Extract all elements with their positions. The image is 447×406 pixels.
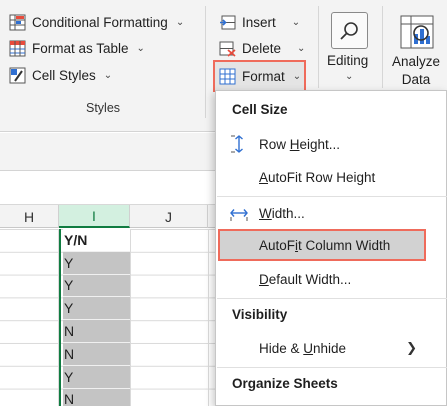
analyze-label-line2: Data: [401, 72, 431, 87]
chevron-down-icon: ⌄: [175, 16, 185, 28]
conditional-formatting-label: Conditional Formatting: [32, 14, 168, 30]
format-label: Format: [242, 68, 285, 84]
chevron-down-icon: ⌄: [297, 42, 306, 54]
label-part: efault Width...: [268, 271, 352, 287]
table-cell[interactable]: Y: [63, 365, 130, 389]
autofit-column-width-label: AutoFit Column Width: [259, 238, 390, 253]
label-part: Hide &: [259, 340, 304, 356]
autofit-row-height-item[interactable]: AutoFit Row Height: [216, 161, 447, 193]
cell-size-heading: Cell Size: [232, 102, 288, 117]
access-key: U: [303, 340, 314, 356]
default-width-item[interactable]: Default Width...: [216, 263, 447, 295]
label-part: idth...: [271, 205, 305, 221]
insert-label: Insert: [242, 14, 276, 30]
column-header-h[interactable]: H: [0, 205, 59, 228]
group-divider: [205, 6, 206, 118]
table-cell[interactable]: Y: [63, 297, 130, 321]
default-width-label: Default Width...: [259, 272, 351, 287]
menu-divider: [217, 367, 447, 368]
grid-line: [208, 229, 209, 406]
delete-button[interactable]: Delete ⌄: [219, 37, 305, 59]
label-part: nhide: [313, 340, 347, 356]
access-key: W: [259, 205, 272, 221]
grid-line: [130, 229, 131, 406]
table-cell[interactable]: N: [63, 388, 130, 406]
access-key: D: [259, 271, 269, 287]
chevron-down-icon: ⌄: [291, 16, 301, 28]
cell-styles-button[interactable]: Cell Styles ⌄: [9, 64, 112, 86]
group-divider: [318, 6, 319, 88]
group-divider: [382, 6, 383, 88]
format-as-table-button[interactable]: Format as Table ⌄: [9, 37, 145, 59]
analyze-label-line1: Analyze: [392, 54, 441, 69]
delete-label: Delete: [242, 40, 282, 56]
label-part: Row: [259, 136, 290, 152]
analyze-data-label: Analyze Data: [392, 53, 440, 89]
insert-cells-icon: [220, 15, 236, 29]
chevron-down-icon: ⌄: [103, 69, 113, 81]
column-width-item[interactable]: Width...: [216, 197, 447, 229]
insert-button[interactable]: Insert ⌄: [219, 11, 300, 33]
editing-button[interactable]: [331, 12, 368, 49]
chevron-right-icon: ❯: [406, 340, 417, 355]
table-cell[interactable]: N: [63, 320, 130, 343]
access-key: H: [289, 136, 300, 152]
row-height-label: Row Height...: [259, 137, 340, 152]
conditional-formatting-button[interactable]: Conditional Formatting ⌄: [9, 11, 184, 33]
hide-unhide-item[interactable]: Hide & Unhide ❯: [216, 332, 447, 364]
conditional-formatting-icon: [9, 14, 26, 30]
column-width-label: Width...: [259, 206, 305, 221]
column-header-i[interactable]: I: [59, 205, 130, 228]
chevron-down-icon: ⌄: [292, 70, 302, 82]
editing-label: Editing: [327, 53, 369, 68]
selected-column-i[interactable]: Y/N Y Y Y N N Y N: [59, 229, 130, 406]
autofit-column-width-item[interactable]: AutoFit Column Width: [218, 229, 426, 261]
chevron-down-icon: ⌄: [345, 71, 354, 82]
label-part: utoFit Row Height: [268, 169, 376, 185]
label-part: t Column Width: [298, 237, 391, 253]
cell-styles-label: Cell Styles: [32, 67, 96, 83]
menu-divider: [217, 298, 447, 299]
row-height-item[interactable]: Row Height...: [216, 128, 447, 160]
cell-styles-icon: [9, 67, 26, 83]
column-header-j[interactable]: J: [130, 205, 208, 228]
styles-group-label: Styles: [86, 101, 121, 115]
access-key: A: [259, 169, 269, 185]
format-cells-icon: [219, 68, 236, 84]
format-button[interactable]: Format ⌄: [213, 60, 306, 92]
column-width-icon: [230, 209, 248, 221]
delete-cells-icon: [219, 41, 236, 57]
analyze-data-icon[interactable]: [399, 14, 435, 50]
table-cell[interactable]: Y: [63, 274, 130, 298]
chevron-down-icon: ⌄: [136, 42, 145, 54]
format-as-table-label: Format as Table: [32, 40, 129, 56]
search-icon: [339, 21, 358, 40]
visibility-heading: Visibility: [232, 307, 288, 322]
label-part: AutoF: [259, 237, 296, 253]
format-as-table-icon: [9, 40, 26, 56]
table-cell[interactable]: N: [63, 343, 130, 366]
cell-i-header[interactable]: Y/N: [63, 229, 130, 252]
format-dropdown-menu: Cell Size Row Height... AutoFit Row Heig…: [215, 90, 447, 406]
row-height-icon: [231, 135, 243, 153]
autofit-row-height-label: AutoFit Row Height: [259, 170, 375, 185]
organize-sheets-heading: Organize Sheets: [232, 376, 338, 391]
label-part: eight...: [299, 136, 341, 152]
table-cell[interactable]: Y: [63, 251, 130, 275]
hide-unhide-label: Hide & Unhide: [259, 341, 346, 356]
